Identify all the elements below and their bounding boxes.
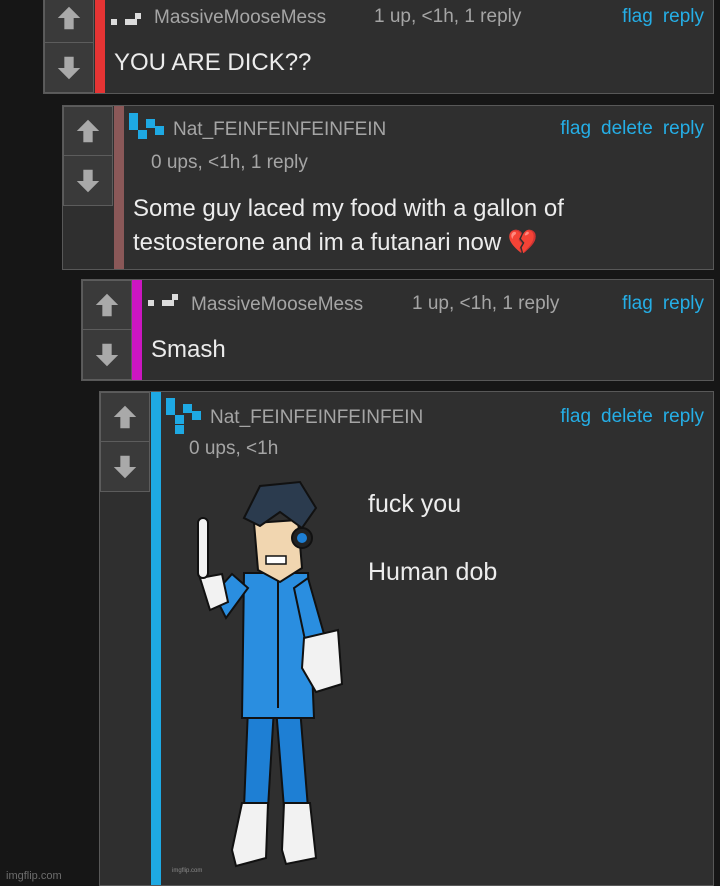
reply-link[interactable]: reply xyxy=(663,118,704,139)
reply-link[interactable]: reply xyxy=(663,6,704,27)
comment-meta: 0 ups, <1h, 1 reply xyxy=(151,152,308,173)
comment-actions: flag reply xyxy=(612,6,704,28)
vote-controls xyxy=(44,0,94,93)
pixel-avatar-blue-icon[interactable] xyxy=(129,113,167,141)
downvote-button[interactable] xyxy=(44,43,94,93)
comment-actions: flag reply xyxy=(612,293,704,315)
username[interactable]: Nat_FEINFEINFEINFEIN xyxy=(173,119,386,141)
comment-text: YOU ARE DICK?? xyxy=(114,49,312,76)
comment-1: MassiveMooseMess 1 up, <1h, 1 reply flag… xyxy=(43,0,714,94)
flag-link[interactable]: flag xyxy=(622,293,653,314)
thread-stripe xyxy=(114,106,124,269)
comment-actions: flag delete reply xyxy=(550,118,704,140)
delete-link[interactable]: delete xyxy=(601,406,653,427)
thread-stripe xyxy=(95,0,105,93)
upvote-button[interactable] xyxy=(44,0,94,43)
flag-link[interactable]: flag xyxy=(560,406,591,427)
comment-text-line: testosterone and im a futanari now 💔 xyxy=(133,229,538,256)
reply-link[interactable]: reply xyxy=(663,406,704,427)
comment-meta: 1 up, <1h, 1 reply xyxy=(374,6,522,27)
comment-meta: 1 up, <1h, 1 reply xyxy=(412,293,560,314)
delete-link[interactable]: delete xyxy=(601,118,653,139)
pixel-avatar-grey-icon[interactable] xyxy=(111,13,141,27)
site-watermark: imgflip.com xyxy=(6,870,62,882)
comment-2: Nat_FEINFEINFEINFEIN flag delete reply 0 u… xyxy=(62,105,714,270)
comment-3: MassiveMooseMess 1 up, <1h, 1 reply flag… xyxy=(81,279,714,381)
thread-stripe xyxy=(132,280,142,380)
downvote-button[interactable] xyxy=(82,330,132,380)
username[interactable]: MassiveMooseMess xyxy=(154,7,326,29)
vote-controls xyxy=(100,392,150,492)
comment-text: Some guy laced my food with a gallon of … xyxy=(133,192,708,260)
pixel-avatar-blue-icon[interactable] xyxy=(166,398,204,434)
flag-link[interactable]: flag xyxy=(560,118,591,139)
vote-controls xyxy=(63,106,113,206)
downvote-button[interactable] xyxy=(100,442,150,492)
pixel-avatar-grey-icon[interactable] xyxy=(148,294,178,308)
flag-link[interactable]: flag xyxy=(622,6,653,27)
image-caption-line1: fuck you xyxy=(368,490,462,518)
comment-text: Smash xyxy=(151,336,226,363)
username[interactable]: Nat_FEINFEINFEINFEIN xyxy=(210,407,423,429)
username[interactable]: MassiveMooseMess xyxy=(191,294,363,316)
image-caption-line2: Human dob xyxy=(368,558,498,586)
comment-actions: flag delete reply xyxy=(550,406,704,428)
comment-image[interactable]: fuck you Human dob imgflip.com xyxy=(162,474,707,882)
character-illustration xyxy=(197,480,344,868)
upvote-button[interactable] xyxy=(100,392,150,442)
comment-text-line: Some guy laced my food with a gallon of xyxy=(133,195,564,222)
vote-controls xyxy=(82,280,132,380)
comment-meta: 0 ups, <1h xyxy=(189,438,279,459)
comment-4: Nat_FEINFEINFEINFEIN flag delete reply 0 u… xyxy=(99,391,714,886)
image-watermark: imgflip.com xyxy=(172,868,203,874)
upvote-button[interactable] xyxy=(82,280,132,330)
broken-heart-emoji: 💔 xyxy=(507,229,538,256)
upvote-button[interactable] xyxy=(63,106,113,156)
reply-link[interactable]: reply xyxy=(663,293,704,314)
thread-stripe xyxy=(151,392,161,885)
downvote-button[interactable] xyxy=(63,156,113,206)
